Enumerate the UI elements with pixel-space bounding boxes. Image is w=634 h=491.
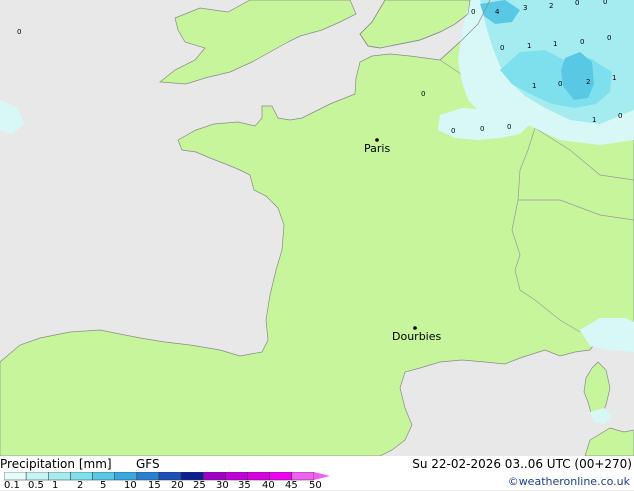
scale-label-13: 50 [309,480,322,491]
precip-value-8: 1 [553,40,557,48]
precip-value-1: 3 [523,4,527,12]
city-label-paris: Paris [364,142,390,155]
precip-value-4: 0 [603,0,607,6]
precip-value-6: 0 [500,44,504,52]
scale-label-6: 15 [148,480,161,491]
scale-label-8: 25 [193,480,206,491]
precip-value-0: 4 [495,8,500,16]
map-svg: 4 3 2 0 0 0 0 1 1 0 0 2 1 0 1 1 0 0 0 0 0 0 Paris Dourbies [0,0,634,456]
scale-label-2: 1 [52,480,59,491]
precip-value-13: 0 [558,80,562,88]
scale-label-7: 20 [171,480,184,491]
precip-value-19: 0 [480,125,484,133]
scale-arrow [314,472,330,480]
scale-label-0: 0.1 [4,480,20,491]
scale-label-9: 30 [216,480,229,491]
precip-value-14: 1 [532,82,536,90]
precip-value-21: 0 [17,28,21,36]
map-area[interactable]: 4 3 2 0 0 0 0 1 1 0 0 2 1 0 1 1 0 0 0 0 0 0 Paris Dourbies [0,0,634,456]
precipitation-map-view: 4320000110021011000000 Paris Dourbies Pr… [0,0,634,491]
precip-value-11: 2 [586,78,590,86]
scale-label-5: 10 [124,480,137,491]
scale-swatch-13 [291,472,315,481]
legend-model: GFS [136,457,160,471]
scale-swatch-5 [114,472,138,481]
legend-title: Precipitation [mm] [0,457,112,471]
scale-label-11: 40 [262,480,275,491]
scale-swatch-2 [48,472,71,481]
precip-value-7: 1 [527,42,531,50]
scale-swatch-3 [70,472,93,481]
scale-swatch-11 [247,472,270,481]
precip-value-10: 0 [607,34,611,42]
scale-swatch-10 [225,472,248,481]
precip-value-18: 0 [451,127,455,135]
precip-value-2: 2 [549,2,553,10]
precip-value-3: 0 [575,0,579,7]
scale-label-1: 0.5 [28,480,44,491]
scale-label-12: 45 [285,480,298,491]
scale-swatch-12 [269,472,293,481]
precip-value-16: 0 [618,112,622,120]
precip-value-5: 0 [471,8,475,16]
city-label-dourbies: Dourbies [392,330,442,343]
scale-swatch-7 [158,472,182,481]
scale-swatch-1 [25,472,49,481]
precip-value-15: 1 [592,116,596,124]
scale-swatch-9 [203,472,226,481]
scale-label-3: 2 [77,480,84,491]
precip-value-17: 0 [421,90,425,98]
credit-link[interactable]: ©weatheronline.co.uk [508,475,630,488]
precip-value-20: 0 [507,123,511,131]
precip-value-12: 1 [612,74,616,82]
precip-value-9: 0 [580,38,584,46]
scale-swatch-6 [136,472,160,481]
scale-swatch-8 [180,472,204,481]
scale-label-4: 5 [100,480,107,491]
scale-label-10: 35 [238,480,251,491]
legend-bar: Precipitation [mm] GFS Su 22-02-2026 03.… [0,456,634,491]
legend-datetime: Su 22-02-2026 03..06 UTC (00+270) [412,457,632,471]
scale-swatch-4 [92,472,115,481]
scale-swatch-0 [4,472,27,481]
